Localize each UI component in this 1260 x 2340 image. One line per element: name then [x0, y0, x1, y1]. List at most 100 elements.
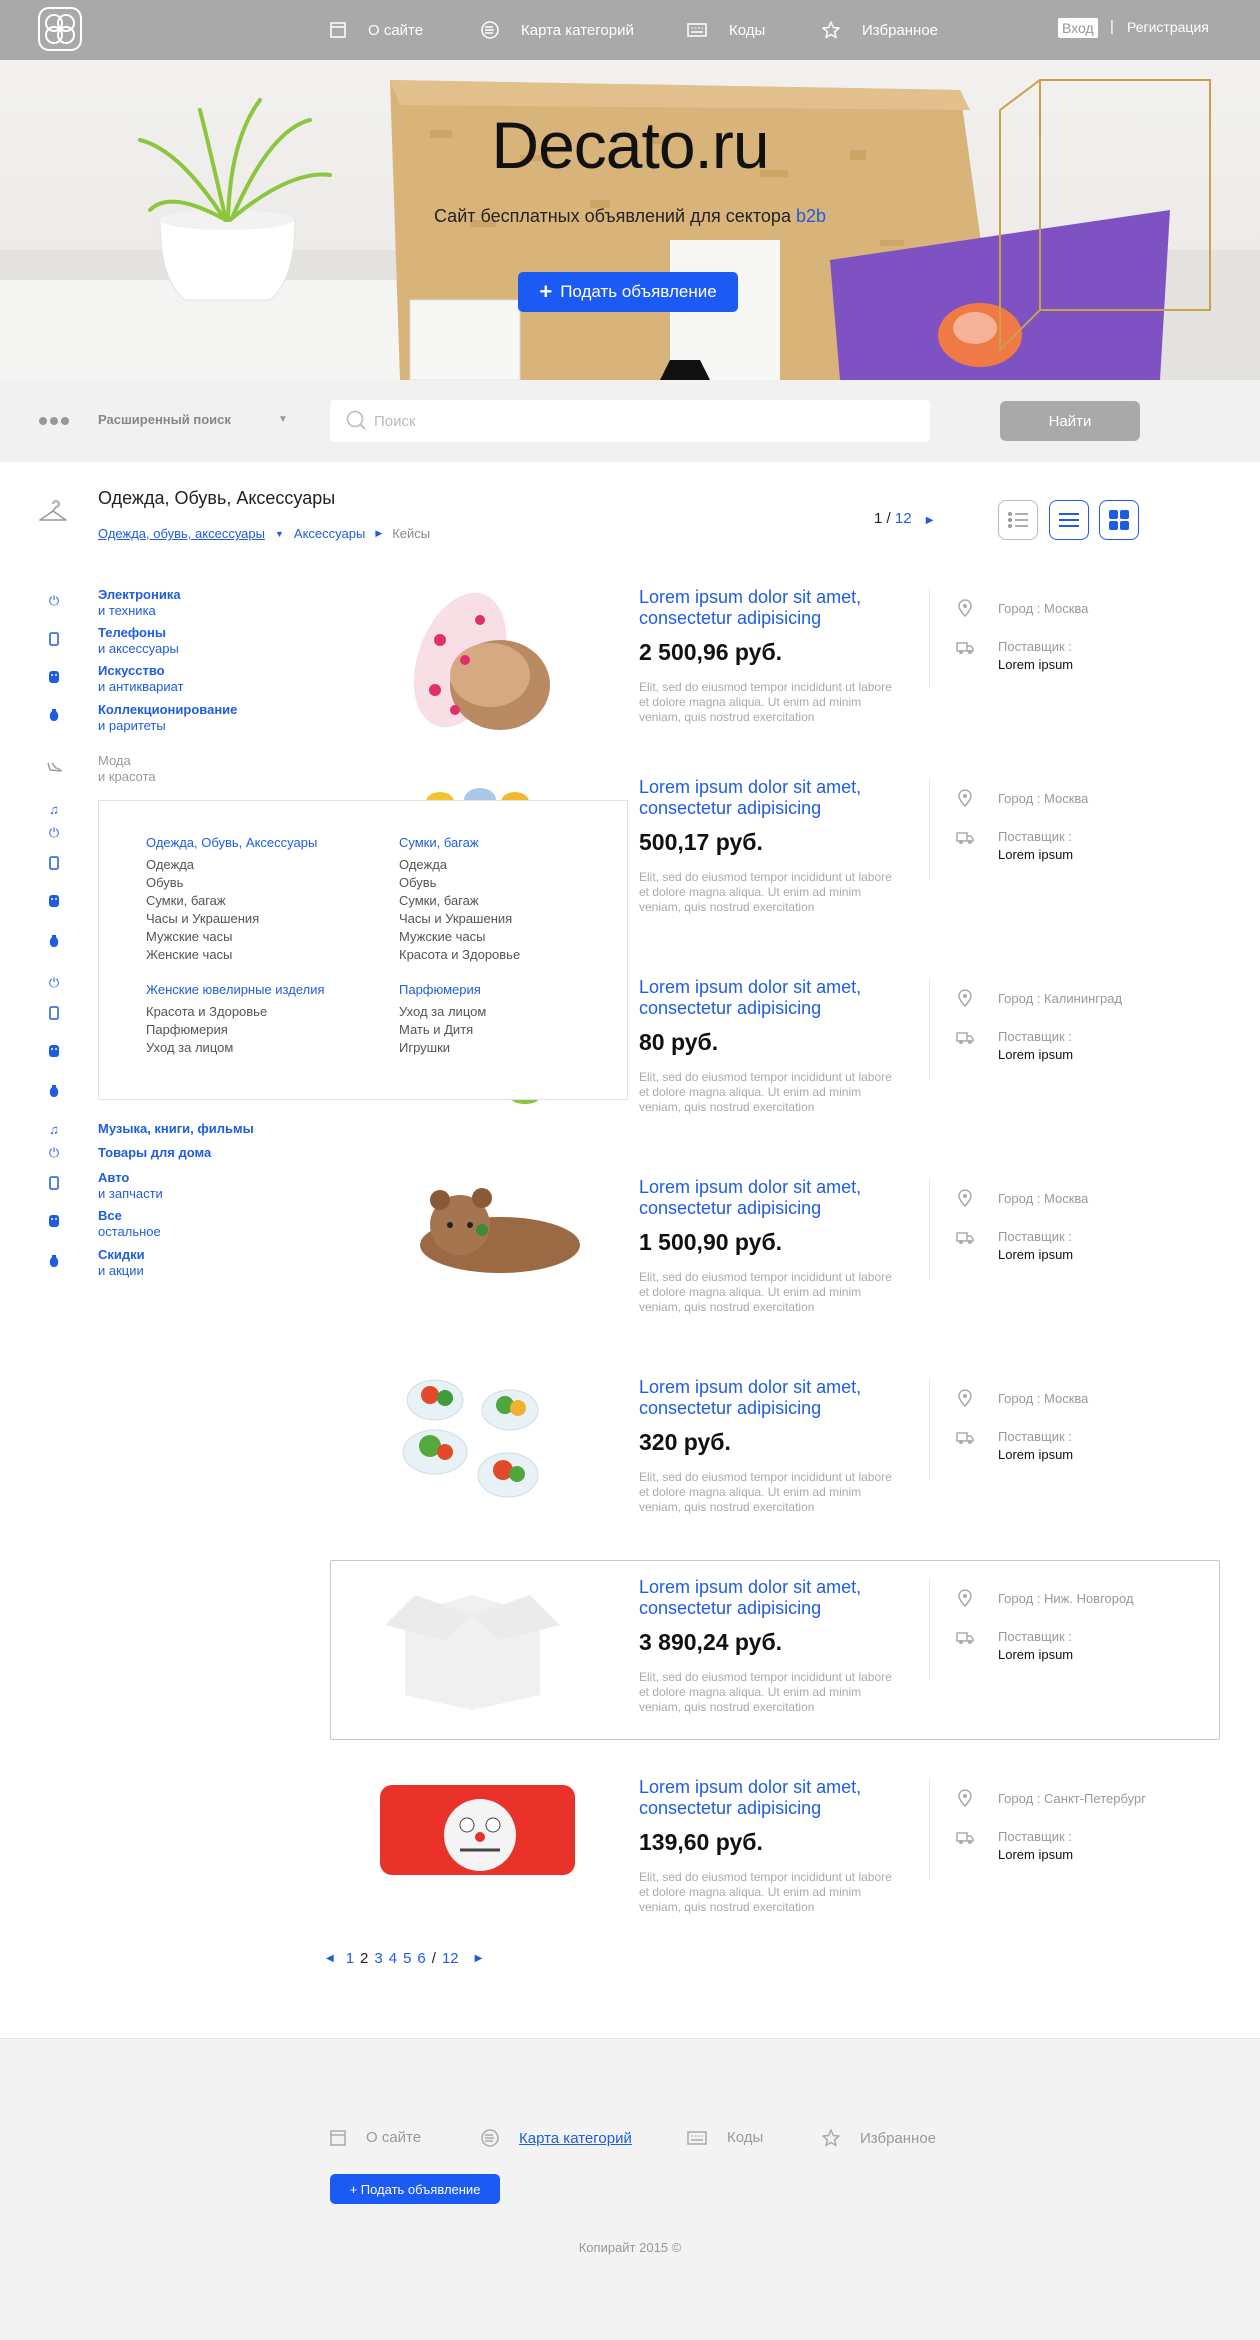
product-title[interactable]: Lorem ipsum dolor sit amet, consectetur …	[639, 777, 899, 819]
product-title[interactable]: Lorem ipsum dolor sit amet, consectetur …	[639, 977, 899, 1019]
sidebar-item-music[interactable]: Музыка, книги, фильмы	[98, 1121, 254, 1137]
more-dots-icon[interactable]	[38, 416, 70, 426]
dropdown-item[interactable]: Сумки, багаж	[146, 892, 325, 910]
dropdown-item[interactable]: Мужские часы	[399, 928, 520, 946]
nav-favorites[interactable]: Избранное	[822, 0, 938, 60]
page-link[interactable]: 12	[442, 1950, 459, 1967]
sidebar-item-discounts[interactable]: Скидки и акции	[98, 1247, 145, 1279]
dropdown-heading[interactable]: Одежда, Обувь, Аксессуары	[146, 835, 325, 850]
page-total[interactable]: 12	[895, 510, 912, 527]
chevron-down-icon[interactable]: ▼	[278, 414, 288, 425]
product-supplier[interactable]: Lorem ipsum	[998, 1847, 1073, 1862]
dropdown-item[interactable]: Одежда	[146, 856, 325, 874]
sidebar-item-auto[interactable]: Авто и запчасти	[98, 1170, 163, 1202]
sidebar-item-art[interactable]: Искусство и антиквариат	[98, 663, 184, 695]
product-title[interactable]: Lorem ipsum dolor sit amet, consectetur …	[639, 1777, 899, 1819]
product-image-pillow[interactable]	[375, 1775, 580, 1885]
product-supplier[interactable]: Lorem ipsum	[998, 1247, 1073, 1262]
robot-icon[interactable]	[46, 893, 62, 909]
sidebar-item-electronics[interactable]: Электроника и техника	[98, 587, 181, 619]
page-link[interactable]: 4	[389, 1950, 397, 1967]
page-link[interactable]: 6	[417, 1950, 425, 1967]
breadcrumb-item[interactable]: Одежда, обувь, аксессуары	[98, 526, 265, 541]
product-image-salad[interactable]	[390, 1370, 560, 1510]
list-circle-icon	[481, 21, 499, 39]
view-grid-button[interactable]	[1099, 500, 1139, 540]
sidebar-item-title: Коллекционирование	[98, 702, 238, 717]
product-title[interactable]: Lorem ipsum dolor sit amet, consectetur …	[639, 1377, 899, 1419]
search-button[interactable]: Найти	[1000, 401, 1140, 441]
power-icon[interactable]: ⏻	[46, 825, 62, 841]
dropdown-item[interactable]: Сумки, багаж	[399, 892, 520, 910]
music-note-icon[interactable]: ♫	[46, 801, 62, 817]
sidebar-item-phones[interactable]: Телефоны и аксессуары	[98, 625, 179, 657]
dropdown-item[interactable]: Одежда	[399, 856, 520, 874]
sidebar-item-sub: и запчасти	[98, 1186, 163, 1201]
vase-icon[interactable]	[46, 1083, 62, 1099]
search-input[interactable]	[374, 402, 914, 440]
product-city: Город : Москва	[998, 1391, 1089, 1406]
dropdown-item[interactable]: Уход за лицом	[146, 1039, 325, 1057]
dropdown-item[interactable]: Красота и Здоровье	[399, 946, 520, 964]
dropdown-item[interactable]: Парфюмерия	[146, 1021, 325, 1039]
power-icon[interactable]: ⏻	[46, 975, 62, 991]
dropdown-heading[interactable]: Сумки, багаж	[399, 835, 520, 850]
sidebar-item-collecting[interactable]: Коллекционирование и раритеты	[98, 702, 237, 734]
dropdown-item[interactable]: Мать и Дитя	[399, 1021, 520, 1039]
sidebar-item-home[interactable]: Товары для дома	[98, 1145, 211, 1161]
prev-page-icon[interactable]: ◀	[326, 1953, 334, 1964]
logo-icon[interactable]	[38, 7, 82, 51]
next-page-icon[interactable]: ▶	[475, 1953, 483, 1964]
product-supplier-label: Поставщик :	[998, 1829, 1072, 1844]
dropdown-heading[interactable]: Парфюмерия	[399, 982, 520, 997]
footer-nav-category-map[interactable]: Карта категорий	[481, 2129, 632, 2147]
footer-nav-favorites[interactable]: Избранное	[822, 2129, 936, 2147]
advanced-search-toggle[interactable]: Расширенный поиск	[98, 412, 231, 427]
footer-nav-about[interactable]: О сайте	[330, 2129, 421, 2146]
sidebar-item-all[interactable]: Все остальное	[98, 1208, 161, 1240]
dropdown-item[interactable]: Уход за лицом	[399, 1003, 520, 1021]
nav-about[interactable]: О сайте	[330, 0, 423, 60]
robot-icon[interactable]	[46, 1043, 62, 1059]
product-title[interactable]: Lorem ipsum dolor sit amet, consectetur …	[639, 1177, 899, 1219]
post-ad-button[interactable]: + Подать объявление	[518, 272, 738, 312]
dropdown-item[interactable]: Обувь	[399, 874, 520, 892]
vase-icon[interactable]	[46, 933, 62, 949]
product-supplier[interactable]: Lorem ipsum	[998, 1447, 1073, 1462]
page-link[interactable]: 1	[346, 1950, 354, 1967]
dropdown-item[interactable]: Игрушки	[399, 1039, 520, 1057]
footer-nav-codes[interactable]: Коды	[687, 2129, 763, 2146]
breadcrumb-item[interactable]: Аксессуары	[294, 526, 365, 541]
page-link[interactable]: 3	[374, 1950, 382, 1967]
product-supplier[interactable]: Lorem ipsum	[998, 847, 1073, 862]
phone-icon[interactable]	[46, 1005, 62, 1021]
dropdown-item[interactable]: Обувь	[146, 874, 325, 892]
nav-category-map[interactable]: Карта категорий	[481, 0, 634, 60]
dropdown-item[interactable]: Женские часы	[146, 946, 325, 964]
product-title[interactable]: Lorem ipsum dolor sit amet, consectetur …	[639, 587, 899, 629]
dropdown-item[interactable]: Часы и Украшения	[146, 910, 325, 928]
product-title[interactable]: Lorem ipsum dolor sit amet, consectetur …	[639, 1577, 899, 1619]
dropdown-heading[interactable]: Женские ювелирные изделия	[146, 982, 325, 997]
nav-codes[interactable]: Коды	[687, 0, 765, 60]
register-link[interactable]: Регистрация	[1127, 19, 1209, 35]
page-indicator: 1 / 12 ▶	[874, 510, 933, 527]
login-button[interactable]: Вход	[1058, 18, 1098, 38]
dropdown-item[interactable]: Красота и Здоровье	[146, 1003, 325, 1021]
product-image-bear[interactable]	[390, 1180, 590, 1280]
phone-icon[interactable]	[46, 855, 62, 871]
footer-post-ad-button[interactable]: + Подать объявление	[330, 2174, 500, 2204]
product-supplier[interactable]: Lorem ipsum	[998, 657, 1073, 672]
caret-down-icon[interactable]: ▼	[275, 529, 284, 539]
view-list-button[interactable]	[1049, 500, 1089, 540]
page-link[interactable]: 5	[403, 1950, 411, 1967]
sidebar-item-fashion[interactable]: Мода и красота	[98, 753, 156, 785]
view-list-detailed-button[interactable]	[998, 500, 1038, 540]
product-supplier[interactable]: Lorem ipsum	[998, 1047, 1073, 1062]
product-image-slippers[interactable]	[380, 580, 590, 740]
product-supplier[interactable]: Lorem ipsum	[998, 1647, 1073, 1662]
dropdown-item[interactable]: Мужские часы	[146, 928, 325, 946]
next-page-icon[interactable]: ▶	[926, 515, 934, 526]
dropdown-item[interactable]: Часы и Украшения	[399, 910, 520, 928]
sidebar-item-sub: и красота	[98, 769, 156, 784]
